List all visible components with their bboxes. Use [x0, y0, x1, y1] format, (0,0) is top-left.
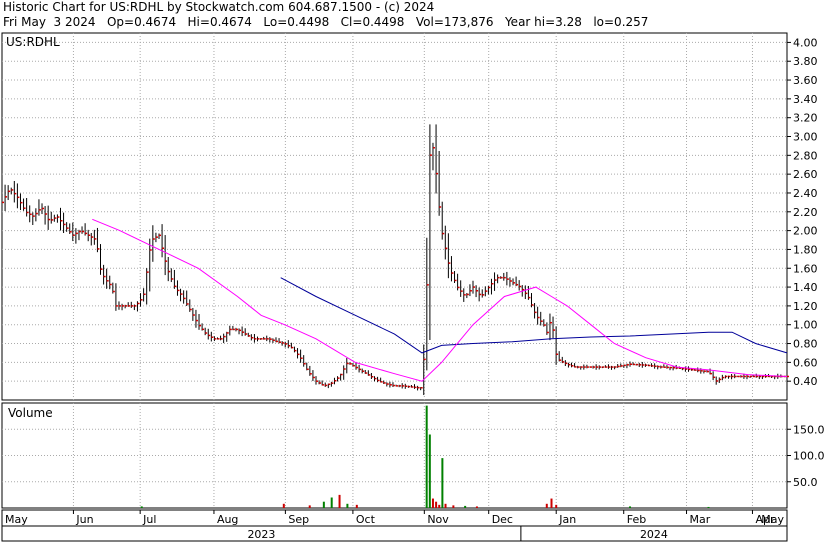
- month-label: Nov: [427, 513, 449, 526]
- volume-tick-label: 150.0: [793, 423, 825, 436]
- price-tick-label: 0.60: [793, 356, 818, 369]
- price-tick-label: 3.00: [793, 131, 818, 144]
- month-label: Mar: [690, 513, 711, 526]
- price-tick-label: 1.20: [793, 300, 818, 313]
- month-label: Jun: [75, 513, 93, 526]
- price-tick-label: 1.60: [793, 262, 818, 275]
- price-tick-label: 2.00: [793, 225, 818, 238]
- price-tick-label: 2.40: [793, 187, 818, 200]
- month-label: Feb: [627, 513, 646, 526]
- volume-tick-label: 100.0: [793, 450, 825, 463]
- month-label: Sep: [288, 513, 309, 526]
- year-label: 2023: [247, 528, 275, 541]
- price-tick-label: 3.60: [793, 74, 818, 87]
- price-tick-label: 0.40: [793, 375, 818, 388]
- price-tick-label: 1.40: [793, 281, 818, 294]
- volume-label: Volume: [8, 406, 53, 420]
- month-label: May: [761, 513, 784, 526]
- month-label: Jul: [142, 513, 156, 526]
- month-label: May: [5, 513, 28, 526]
- month-label: Jan: [558, 513, 576, 526]
- price-tick-label: 0.80: [793, 338, 818, 351]
- year-label: 2024: [640, 528, 668, 541]
- price-panel-frame: [1, 32, 788, 401]
- month-label: Oct: [356, 513, 376, 526]
- price-tick-label: 2.80: [793, 149, 818, 162]
- price-tick-label: 1.00: [793, 319, 818, 332]
- price-tick-label: 3.80: [793, 55, 818, 68]
- price-tick-label: 3.20: [793, 112, 818, 125]
- month-label: Aug: [217, 513, 238, 526]
- price-chart: US:RDHL0.400.600.801.001.201.401.601.802…: [1, 32, 825, 542]
- month-label: Dec: [492, 513, 513, 526]
- price-tick-label: 1.80: [793, 243, 818, 256]
- price-tick-label: 4.00: [793, 36, 818, 49]
- price-tick-label: 3.40: [793, 93, 818, 106]
- price-tick-label: 2.60: [793, 168, 818, 181]
- price-tick-label: 2.20: [793, 206, 818, 219]
- volume-tick-label: 50.0: [793, 476, 818, 489]
